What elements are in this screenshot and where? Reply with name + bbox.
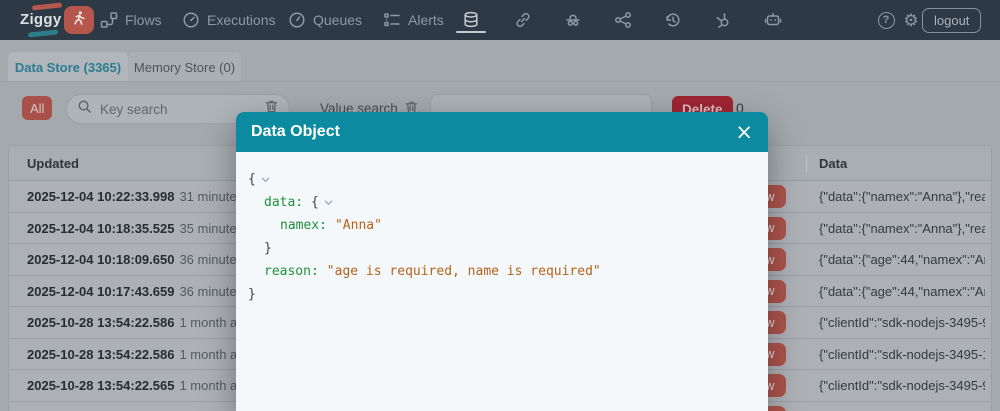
spy-icon xyxy=(564,11,582,29)
data-cell: {"data":{"namex":"Anna"},"reason": xyxy=(819,221,985,236)
data-cell: {"clientId":"sdk-nodejs-3495-999", xyxy=(819,315,985,330)
link-icon xyxy=(514,11,532,29)
column-divider xyxy=(806,155,807,172)
nav-item-datastore[interactable] xyxy=(461,0,481,40)
nav-item-label: Executions xyxy=(207,12,275,28)
column-header-updated[interactable]: Updated xyxy=(27,156,79,171)
json-line: } xyxy=(248,283,756,306)
logo-red-dash xyxy=(32,2,62,10)
nav-item-label: Queues xyxy=(313,12,362,28)
json-line: data: { xyxy=(248,191,756,214)
nav-item-robot[interactable] xyxy=(763,0,783,40)
active-nav-underline xyxy=(456,31,486,33)
search-icon xyxy=(77,99,92,119)
help-button[interactable]: ? xyxy=(876,0,896,40)
nav-item-queues[interactable]: Queues xyxy=(288,0,362,40)
json-line: reason: "age is required, name is require… xyxy=(248,260,756,283)
column-header-data[interactable]: Data xyxy=(819,156,847,171)
nav-item-share[interactable] xyxy=(613,0,633,40)
logo-text: Ziggy xyxy=(20,11,62,28)
share-nodes-icon xyxy=(614,11,632,29)
updated-timestamp: 2025-12-04 10:18:09.650 xyxy=(27,252,174,267)
run-button[interactable] xyxy=(64,6,94,34)
top-nav-bar: Ziggy Flows Executions xyxy=(0,0,1000,40)
help-icon: ? xyxy=(878,12,895,29)
collapse-chevron-icon[interactable] xyxy=(261,168,270,191)
json-line: namex: "Anna" xyxy=(248,214,756,237)
filter-all-button[interactable]: All xyxy=(22,96,52,120)
data-cell: {"clientId":"sdk-nodejs-3495-998", xyxy=(819,378,985,393)
data-cell: {"clientId":"sdk-nodejs-3495-1000 xyxy=(819,347,985,362)
json-line: { xyxy=(248,168,756,191)
nav-item-label: Alerts xyxy=(408,12,444,28)
updated-timestamp: 2025-12-04 10:18:35.525 xyxy=(27,221,174,236)
data-cell: {"data":{"namex":"Anna"},"reason": xyxy=(819,189,985,204)
json-string-value: "age is required, name is required" xyxy=(327,264,601,279)
json-line: } xyxy=(248,237,756,260)
key-search-input[interactable] xyxy=(100,102,256,117)
nav-item-hub[interactable] xyxy=(713,0,733,40)
updated-timestamp: 2025-12-04 10:22:33.998 xyxy=(27,189,174,204)
nav-item-alerts[interactable]: Alerts xyxy=(383,0,444,40)
updated-timestamp: 2025-10-28 13:54:22.586 xyxy=(27,315,174,330)
list-check-icon xyxy=(383,11,401,29)
nav-item-label: Flows xyxy=(125,12,162,28)
nav-item-flows[interactable]: Flows xyxy=(100,0,162,40)
updated-timestamp: 2025-10-28 13:54:22.586 xyxy=(27,347,174,362)
history-icon xyxy=(664,11,682,29)
tabs-divider xyxy=(0,81,1000,82)
tab-data-store[interactable]: Data Store (3365) xyxy=(8,52,128,82)
json-tree-viewer: { data: { namex: "Anna" } reason: "age is … xyxy=(236,152,768,411)
gauge-icon xyxy=(182,11,200,29)
updated-timestamp: 2025-10-28 13:54:22.565 xyxy=(27,378,174,393)
modal-header: Data Object × xyxy=(236,112,768,152)
nav-item-spy[interactable] xyxy=(563,0,583,40)
json-key: namex: xyxy=(280,218,327,233)
gear-icon: ⚙ xyxy=(903,12,918,29)
logo-teal-dash xyxy=(28,29,58,37)
modal-title: Data Object xyxy=(251,123,340,141)
json-key: data: xyxy=(264,195,303,210)
data-cell: {"data":{"age":44,"namex":"Anna"}, xyxy=(819,252,985,267)
close-icon[interactable]: × xyxy=(735,122,753,143)
data-cell: {"data":{"age":44,"namex":"Anna"}, xyxy=(819,284,985,299)
collapse-chevron-icon[interactable] xyxy=(324,191,333,214)
data-object-modal: Data Object × { data: { namex: "Anna" } r… xyxy=(236,112,768,411)
branch-hub-icon xyxy=(714,11,732,29)
logout-button[interactable]: logout xyxy=(922,8,981,33)
tab-memory-store[interactable]: Memory Store (0) xyxy=(128,52,241,82)
nav-item-executions[interactable]: Executions xyxy=(182,0,275,40)
json-string-value: "Anna" xyxy=(335,218,382,233)
json-key: reason: xyxy=(264,264,319,279)
robot-icon xyxy=(764,11,782,29)
runner-icon xyxy=(71,10,87,31)
updated-timestamp: 2025-12-04 10:17:43.659 xyxy=(27,284,174,299)
nav-item-links[interactable] xyxy=(513,0,533,40)
database-icon xyxy=(462,11,480,29)
flows-icon xyxy=(100,11,118,29)
gauge-icon xyxy=(288,11,306,29)
settings-button[interactable]: ⚙ xyxy=(901,0,921,40)
nav-item-history[interactable] xyxy=(663,0,683,40)
